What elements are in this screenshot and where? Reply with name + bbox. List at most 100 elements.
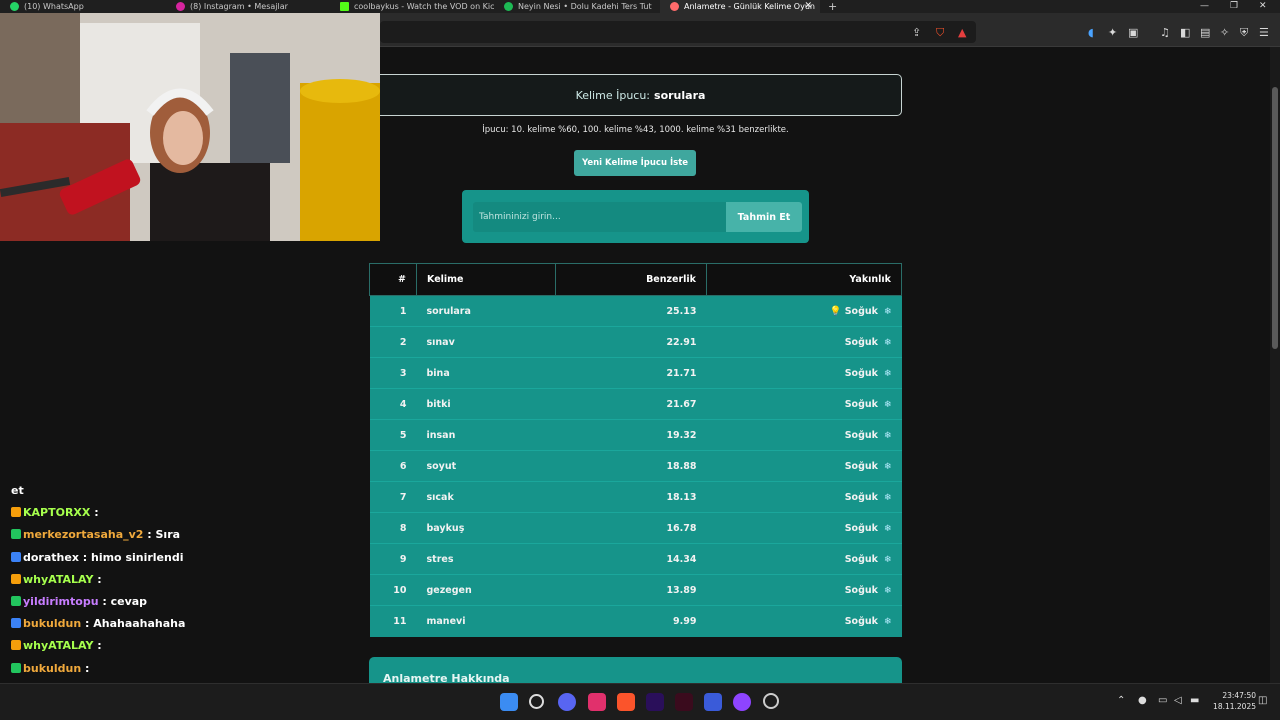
chat-username[interactable]: dorathex	[23, 551, 79, 564]
closeness-label: Soğuk	[844, 553, 878, 565]
chat-message: merkezortasaha_v2 : Sıra	[11, 528, 180, 541]
closeness-label: Soğuk	[844, 367, 878, 379]
address-bar[interactable]	[380, 21, 976, 43]
header-closeness: Yakınlık	[706, 263, 902, 296]
header-word: Kelime	[416, 263, 556, 296]
table-row: 10 gezegen 13.89 Soğuk ❄	[369, 574, 902, 606]
vegas-icon[interactable]	[675, 693, 693, 711]
sidebar-icon[interactable]: ◧	[1180, 26, 1190, 40]
clock[interactable]: 23:47:50 18.11.2025	[1208, 690, 1256, 712]
chat-text: : Sıra	[143, 528, 181, 542]
snowflake-icon: ❄	[883, 430, 892, 441]
search-icon[interactable]	[529, 694, 544, 709]
header-similarity: Benzerlik	[555, 263, 707, 296]
screenshot-icon[interactable]: ▣	[1128, 26, 1138, 40]
chat-username[interactable]: KAPTORXX	[23, 506, 90, 519]
hint-info: İpucu: 10. kelime %60, 100. kelime %43, …	[482, 125, 789, 135]
snowflake-icon: ❄	[883, 368, 892, 379]
battery-icon[interactable]: ▬	[1190, 695, 1199, 706]
chat-message: bukuldun : Ahahaahahaha	[11, 617, 185, 630]
snowflake-icon: ❄	[883, 399, 892, 410]
row-closeness: Soğuk ❄	[706, 543, 902, 575]
snowflake-icon: ❄	[883, 306, 892, 317]
premiere-icon[interactable]	[646, 693, 664, 711]
chat-username[interactable]: yildirimtopu	[23, 595, 99, 608]
row-word: bina	[416, 357, 556, 389]
extensions-icon[interactable]: ✦	[1108, 26, 1117, 40]
table-row: 2 sınav 22.91 Soğuk ❄	[369, 326, 902, 358]
tab-title: coolbaykus - Watch the VOD on Kick	[354, 2, 494, 11]
hint-box: Kelime İpucu: sorulara	[380, 74, 902, 116]
app-icon[interactable]	[704, 693, 722, 711]
chat-text: et	[11, 484, 24, 497]
rewards-icon[interactable]: ▲	[958, 26, 966, 40]
webcam-image	[0, 13, 380, 241]
chat-message: et	[11, 484, 24, 497]
volume-icon[interactable]: ◁	[1174, 695, 1182, 706]
tab-kick[interactable]: coolbaykus - Watch the VOD on Kick	[330, 0, 494, 13]
closeness-label: Soğuk	[844, 522, 878, 534]
guess-input[interactable]	[473, 202, 726, 232]
menu-icon[interactable]: ☰	[1259, 26, 1269, 40]
tab-anlametre[interactable]: Anlametre - Günlük Kelime Oyun ✕	[660, 0, 820, 13]
brave-shield-icon[interactable]: ⛉	[936, 26, 944, 40]
chat-message: yildirimtopu : cevap	[11, 595, 147, 608]
row-closeness: Soğuk ❄	[706, 357, 902, 389]
chat-username[interactable]: whyATALAY	[23, 639, 93, 652]
badge-icon	[11, 662, 21, 673]
anlametre-icon	[670, 2, 679, 11]
brave-icon[interactable]	[617, 693, 635, 711]
new-hint-button[interactable]: Yeni Kelime İpucu İste	[574, 150, 696, 176]
tab-spotify[interactable]: Neyin Nesi • Dolu Kadehi Ters Tut	[494, 0, 658, 13]
windows-start-icon[interactable]	[500, 693, 518, 711]
notification-icon[interactable]: ◫	[1258, 695, 1267, 706]
scrollbar[interactable]	[1270, 47, 1280, 683]
tab-whatsapp[interactable]: (10) WhatsApp	[0, 0, 168, 13]
close-icon[interactable]: ✕	[804, 1, 812, 11]
row-word: sınav	[416, 326, 556, 358]
guess-button[interactable]: Tahmin Et	[726, 202, 802, 232]
row-similarity: 18.88	[555, 450, 707, 482]
minimize-icon[interactable]: —	[1200, 0, 1209, 13]
vpn-icon[interactable]: ⛨	[1240, 26, 1248, 40]
table-row: 8 baykuş 16.78 Soğuk ❄	[369, 512, 902, 544]
snowflake-icon: ❄	[883, 585, 892, 596]
chevron-up-icon[interactable]: ⌃	[1117, 695, 1125, 706]
hint-word: sorulara	[654, 88, 706, 102]
audio-icon[interactable]: ◖	[1088, 26, 1094, 40]
new-tab-button[interactable]: +	[828, 0, 837, 13]
restore-icon[interactable]: ❐	[1230, 0, 1238, 13]
tab-instagram[interactable]: (8) Instagram • Mesajlar	[166, 0, 332, 13]
closeness-label: Soğuk	[844, 491, 878, 503]
header-num: #	[369, 263, 417, 296]
row-closeness: Soğuk ❄	[706, 574, 902, 606]
discord-icon[interactable]	[558, 693, 576, 711]
row-similarity: 18.13	[555, 481, 707, 513]
closeness-label: Soğuk	[844, 615, 878, 627]
scrollbar-thumb[interactable]	[1272, 87, 1278, 349]
whatsapp-icon	[10, 2, 19, 11]
spotify-icon	[504, 2, 513, 11]
wallet-icon[interactable]: ▤	[1200, 26, 1210, 40]
chat-username[interactable]: whyATALAY	[23, 573, 93, 586]
chat-username[interactable]: bukuldun	[23, 617, 81, 630]
obs-icon[interactable]	[733, 693, 751, 711]
chat-username[interactable]: bukuldun	[23, 662, 81, 675]
chat-username[interactable]: merkezortasaha_v2	[23, 528, 143, 541]
instagram-app-icon[interactable]	[588, 693, 606, 711]
steam-icon[interactable]	[763, 693, 779, 709]
share-icon[interactable]: ⇪	[912, 26, 921, 40]
row-word: bitki	[416, 388, 556, 420]
network-icon[interactable]: ▭	[1158, 695, 1167, 706]
badge-icon	[11, 529, 21, 540]
leo-icon[interactable]: ✧	[1220, 26, 1229, 40]
clock-time: 23:47:50	[1222, 691, 1256, 700]
microphone-icon[interactable]: ●	[1138, 695, 1147, 706]
media-icon[interactable]: ♫	[1160, 26, 1170, 40]
row-closeness: 💡 Soğuk ❄	[706, 295, 902, 327]
chat-text: : Ahahaahahaha	[81, 617, 186, 631]
row-closeness: Soğuk ❄	[706, 605, 902, 637]
row-closeness: Soğuk ❄	[706, 326, 902, 358]
badge-icon	[11, 507, 21, 518]
window-close-icon[interactable]: ✕	[1259, 0, 1267, 13]
